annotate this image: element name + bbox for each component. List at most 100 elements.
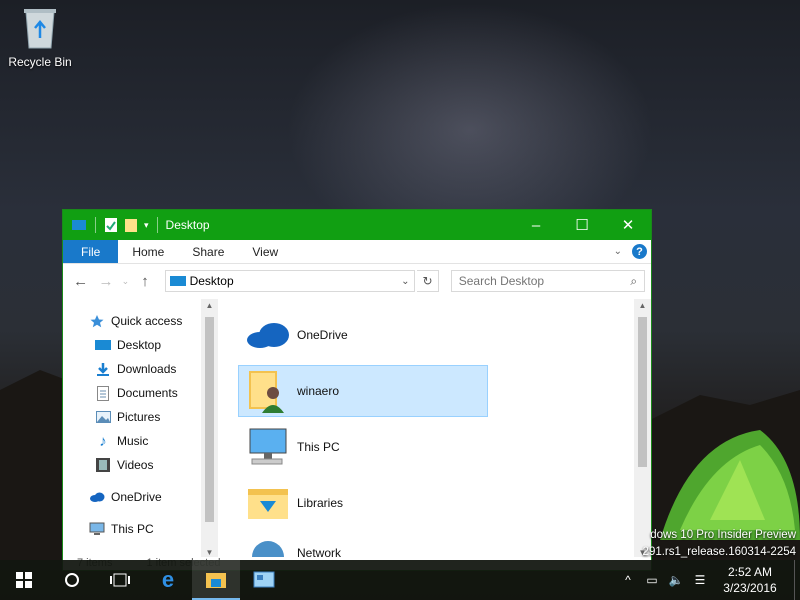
nav-label: Documents: [117, 386, 178, 400]
nav-documents[interactable]: Documents 📌: [63, 381, 218, 405]
item-label: Libraries: [297, 496, 344, 510]
ribbon-tabs: File Home Share View ⌄ ?: [63, 240, 651, 264]
nav-label: Downloads: [117, 362, 177, 376]
list-item-winaero[interactable]: winaero: [238, 365, 488, 417]
window-app-icon: [72, 220, 86, 230]
clock[interactable]: 2:52 AM 3/23/2016: [712, 564, 788, 596]
nav-desktop[interactable]: Desktop 📌: [63, 333, 218, 357]
address-bar[interactable]: Desktop ⌄: [164, 270, 416, 292]
tab-share[interactable]: Share: [178, 240, 238, 263]
list-item-onedrive[interactable]: OneDrive: [238, 309, 488, 361]
search-icon: ⌕: [630, 273, 638, 288]
nav-videos[interactable]: Videos: [63, 453, 218, 477]
desktop-icon: [95, 337, 111, 353]
window-title: Desktop: [165, 218, 210, 232]
forward-icon[interactable]: →: [94, 273, 117, 290]
control-panel-icon: [253, 571, 275, 588]
close-button[interactable]: ✕: [605, 210, 651, 240]
explorer-window[interactable]: ▾ Desktop – ☐ ✕ File Home Share View ⌄ ?…: [62, 209, 652, 571]
nav-downloads[interactable]: Downloads 📌: [63, 357, 218, 381]
up-icon[interactable]: ↑: [133, 273, 156, 290]
nav-label: Desktop: [117, 338, 162, 352]
control-panel-taskbar-button[interactable]: [240, 560, 288, 600]
cortana-button[interactable]: [48, 560, 96, 600]
properties-icon[interactable]: [104, 217, 118, 233]
file-explorer-taskbar-button[interactable]: [192, 560, 240, 600]
nav-label: This PC: [111, 522, 154, 536]
expand-ribbon-icon[interactable]: ⌄: [614, 246, 622, 257]
list-item-libraries[interactable]: Libraries: [238, 477, 488, 529]
start-button[interactable]: [0, 560, 48, 600]
this-pc-icon: [245, 424, 291, 470]
minimize-button[interactable]: –: [513, 210, 559, 240]
title-bar[interactable]: ▾ Desktop – ☐ ✕: [63, 210, 651, 240]
task-view-button[interactable]: [96, 560, 144, 600]
new-folder-icon[interactable]: [124, 217, 138, 233]
tab-home[interactable]: Home: [118, 240, 178, 263]
edge-taskbar-button[interactable]: e: [144, 560, 192, 600]
file-list: OneDrive winaero This PC Libraries Netwo…: [218, 299, 651, 559]
clock-date: 3/23/2016: [723, 581, 777, 595]
list-item-network[interactable]: Network: [238, 533, 488, 559]
file-explorer-icon: [206, 573, 226, 588]
content-scrollbar[interactable]: ▲ ▼: [634, 299, 651, 559]
search-box[interactable]: ⌕: [450, 270, 646, 292]
videos-icon: [95, 457, 111, 473]
user-folder-icon: [245, 368, 291, 414]
scroll-down-icon[interactable]: ▼: [201, 548, 218, 557]
action-center-icon[interactable]: ☰: [688, 573, 712, 587]
recycle-bin-desktop-icon[interactable]: Recycle Bin: [4, 6, 76, 69]
navigation-pane: Quick access Desktop 📌 Downloads 📌 Docum…: [63, 299, 218, 559]
address-dropdown-icon[interactable]: ⌄: [396, 276, 414, 287]
help-icon[interactable]: ?: [632, 244, 647, 259]
tab-view[interactable]: View: [238, 240, 292, 263]
recent-locations-icon[interactable]: ⌄: [120, 276, 132, 287]
customize-quick-access-icon[interactable]: ▾: [144, 220, 149, 231]
divider: [156, 217, 158, 233]
maximize-button[interactable]: ☐: [559, 210, 605, 240]
nav-pictures[interactable]: Pictures 📌: [63, 405, 218, 429]
nav-quick-access[interactable]: Quick access: [63, 309, 218, 333]
watermark-line: 291.rs1_release.160314-2254: [642, 546, 796, 558]
nav-label: Music: [117, 434, 149, 448]
nav-label: Quick access: [111, 314, 183, 328]
explorer-body: Quick access Desktop 📌 Downloads 📌 Docum…: [63, 299, 651, 559]
scroll-up-icon[interactable]: ▲: [634, 301, 651, 310]
tab-file[interactable]: File: [63, 240, 119, 263]
nav-scrollbar[interactable]: ▲ ▼: [201, 299, 218, 559]
onedrive-icon: [245, 312, 291, 358]
windows-logo-icon: [16, 572, 32, 588]
recycle-bin-label: Recycle Bin: [8, 55, 72, 69]
nav-label: Pictures: [117, 410, 161, 424]
desktop-icon: [169, 275, 186, 286]
network-icon: [245, 534, 291, 558]
show-hidden-icons-icon[interactable]: ^: [616, 573, 640, 587]
list-item-this-pc[interactable]: This PC: [238, 421, 488, 473]
this-pc-icon: [89, 521, 105, 537]
nav-label: OneDrive: [111, 490, 162, 504]
scroll-up-icon[interactable]: ▲: [201, 301, 218, 310]
nav-this-pc[interactable]: This PC: [63, 517, 218, 541]
nav-label: Videos: [117, 458, 154, 472]
content-scrollbar-thumb[interactable]: [638, 317, 647, 467]
downloads-icon: [95, 361, 111, 377]
address-row: ← → ⌄ ↑ Desktop ⌄ ↻ ⌕: [63, 264, 651, 298]
nav-onedrive[interactable]: OneDrive: [63, 485, 218, 509]
onedrive-icon: [89, 489, 105, 505]
back-icon[interactable]: ←: [69, 273, 92, 290]
item-label: OneDrive: [297, 328, 348, 342]
nav-scrollbar-thumb[interactable]: [205, 317, 214, 522]
system-tray: ^ ▭ 🔈 ☰ 2:52 AM 3/23/2016: [616, 560, 800, 600]
music-icon: ♪: [99, 432, 107, 450]
refresh-icon[interactable]: ↻: [417, 270, 439, 292]
volume-icon[interactable]: 🔈: [664, 573, 688, 587]
search-input[interactable]: [451, 274, 624, 288]
task-view-icon: [110, 573, 130, 587]
nav-music[interactable]: ♪ Music: [63, 429, 218, 453]
item-label: winaero: [297, 384, 340, 398]
network-icon[interactable]: ▭: [640, 573, 664, 587]
build-watermark: dows 10 Pro Insider Preview 291.rs1_rele…: [643, 527, 796, 561]
watermark-line: dows 10 Pro Insider Preview: [650, 529, 796, 541]
show-desktop-button[interactable]: [794, 560, 800, 600]
documents-icon: [95, 385, 111, 401]
